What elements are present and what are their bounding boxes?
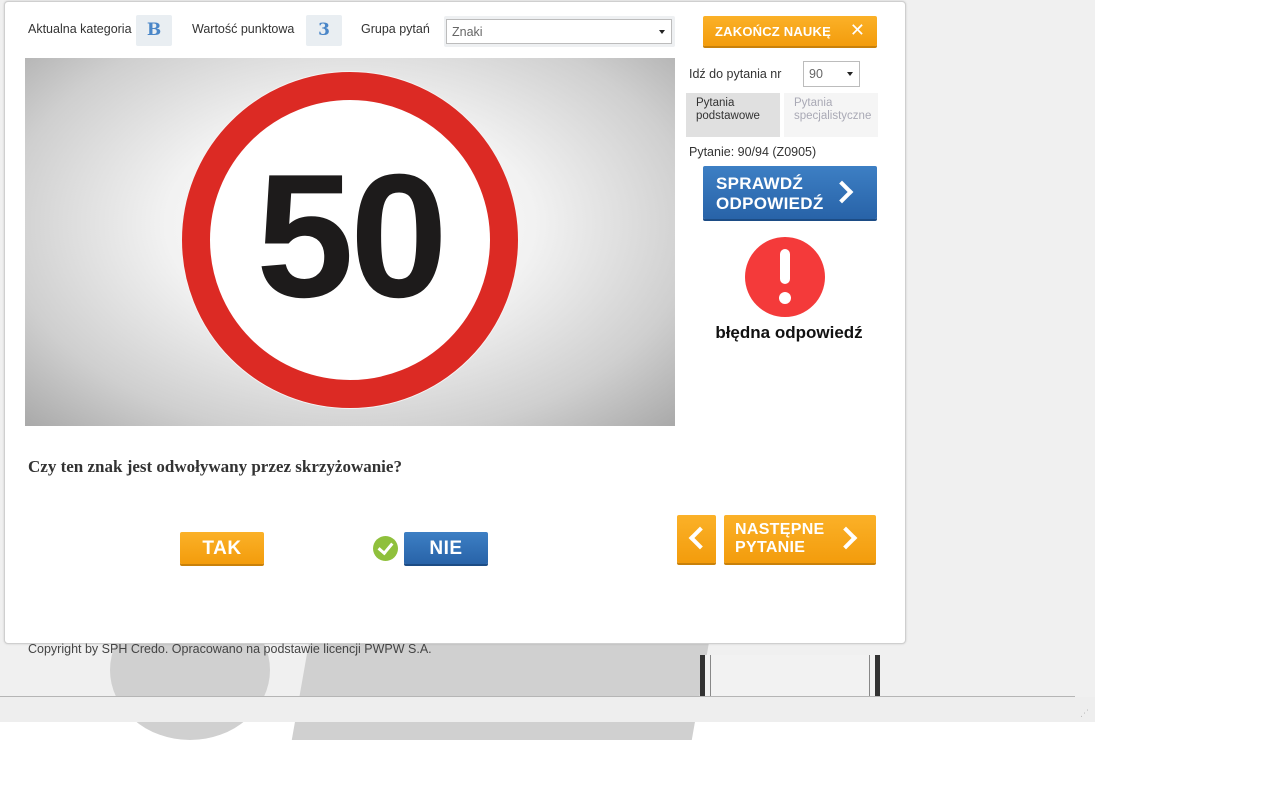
points-label: Wartość punktowa [192, 22, 295, 36]
group-select-value: Znaki [452, 24, 483, 39]
group-select[interactable]: Znaki [446, 19, 672, 44]
chevron-left-icon [688, 526, 712, 550]
chevron-right-icon [834, 526, 858, 550]
tab-basic-line1: Pytania [696, 97, 735, 109]
check-answer-line1: SPRAWDŹ [716, 174, 804, 193]
group-label: Grupa pytań [361, 22, 430, 36]
stage: ⋰ Aktualna kategoria B Wartość punktowa … [0, 0, 1280, 800]
exclamation-dot [779, 292, 791, 304]
answer-no-button[interactable]: NIE [404, 532, 488, 564]
close-icon: ✕ [849, 20, 865, 40]
tab-specialist-line2: specjalistyczne [794, 110, 872, 122]
goto-question-select[interactable]: 90 [803, 61, 860, 87]
next-question-button[interactable]: NASTĘPNE PYTANIE [724, 515, 876, 563]
result-text: błędna odpowiedź [715, 323, 863, 342]
question-text: Czy ten znak jest odwoływany przez skrzy… [28, 457, 402, 476]
resize-grip-icon[interactable]: ⋰ [1080, 708, 1092, 720]
chevron-down-icon [659, 29, 665, 34]
check-answer-line2: ODPOWIEDŹ [716, 194, 824, 213]
copyright-text: Copyright by SPH Credo. Opracowano na po… [28, 642, 432, 656]
category-label: Aktualna kategoria [28, 22, 132, 36]
chevron-right-icon [830, 180, 854, 204]
tab-specialist-line1: Pytania [794, 97, 833, 109]
answer-yes-button[interactable]: TAK [180, 532, 264, 564]
tab-basic-questions[interactable]: Pytania podstawowe [686, 93, 780, 137]
question-image: 50 [25, 58, 675, 426]
exclamation-bar [780, 249, 790, 284]
previous-question-button[interactable] [677, 515, 716, 563]
next-question-line1: NASTĘPNE [735, 521, 825, 538]
points-value: 3 [306, 15, 342, 46]
question-counter: Pytanie: 90/94 (Z0905) [689, 145, 817, 159]
chevron-down-icon [847, 72, 853, 76]
check-answer-label: SPRAWDŹ ODPOWIEDŹ [716, 174, 824, 214]
goto-question-label: Idź do pytania nr [689, 67, 782, 81]
end-learning-label: ZAKOŃCZ NAUKĘ [715, 24, 831, 39]
speed-limit-sign: 50 [182, 72, 518, 408]
group-select-wrapper: Znaki [444, 16, 675, 47]
check-icon [373, 536, 398, 561]
exclamation-icon [745, 237, 825, 317]
check-answer-button[interactable]: SPRAWDŹ ODPOWIEDŹ [703, 166, 877, 219]
tab-specialist-questions[interactable]: Pytania specjalistyczne [784, 93, 878, 137]
category-value: B [136, 15, 172, 46]
status-strip [0, 697, 1095, 722]
tab-basic-line2: podstawowe [696, 110, 760, 122]
end-learning-button[interactable]: ZAKOŃCZ NAUKĘ ✕ [703, 16, 877, 46]
next-question-label: NASTĘPNE PYTANIE [735, 521, 825, 557]
goto-question-value: 90 [809, 67, 823, 81]
speed-limit-value: 50 [256, 138, 448, 335]
next-question-line2: PYTANIE [735, 539, 806, 556]
